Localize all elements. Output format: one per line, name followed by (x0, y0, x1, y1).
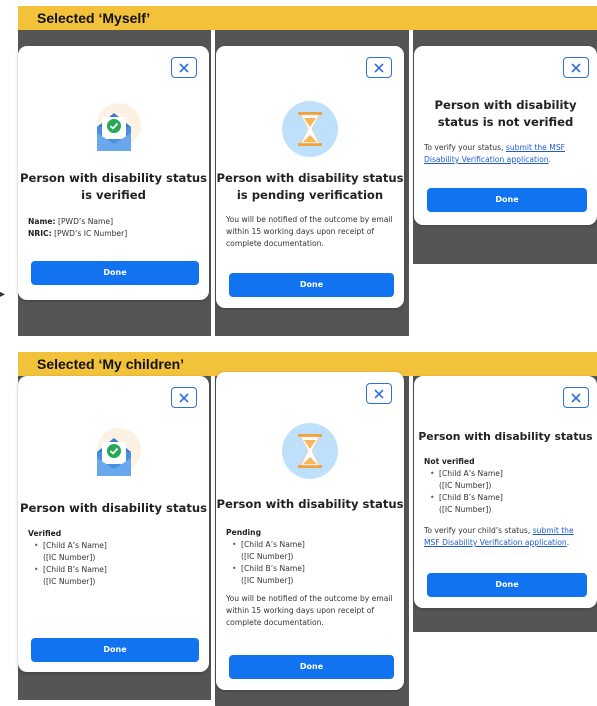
close-icon (374, 62, 384, 73)
modal-body: You will be notified of the outcome by e… (226, 594, 393, 627)
modal-title: Person with disability status is not ver… (434, 98, 577, 129)
arrow-right-icon: ▸ (0, 289, 6, 300)
done-button[interactable]: Done (31, 261, 199, 285)
done-button[interactable]: Done (427, 573, 587, 597)
list-item: [Child A’s Name]([IC Number]) (430, 468, 589, 492)
close-icon (374, 388, 384, 399)
close-button[interactable] (171, 387, 197, 408)
done-button[interactable]: Done (427, 188, 587, 212)
close-icon (179, 392, 189, 403)
modal-body-prefix: To verify your child’s status, (424, 526, 533, 535)
list-item: [Child A’s Name]([IC Number]) (34, 540, 201, 564)
modal-verified-children: Person with disability status Verified [… (18, 376, 209, 672)
modal-body-suffix: . (566, 538, 570, 547)
done-button[interactable]: Done (31, 638, 199, 662)
done-button[interactable]: Done (229, 273, 394, 297)
modal-body-suffix: . (548, 155, 551, 164)
envelope-check-icon (96, 428, 141, 476)
modal-title: Person with disability status is pending… (216, 171, 404, 202)
modal-title: Person with disability status is verifie… (19, 171, 208, 202)
nric-label: NRIC: (28, 229, 52, 238)
modal-body-prefix: To verify your status, (424, 143, 506, 152)
modal-body: You will be notified of the outcome by e… (226, 215, 393, 248)
hourglass-icon (282, 101, 338, 157)
modal-pending-children: Person with disability status Pending [C… (216, 372, 404, 690)
close-button[interactable] (366, 383, 392, 404)
envelope-check-icon (96, 103, 141, 151)
modal-verified-myself: Person with disability status is verifie… (18, 46, 209, 300)
close-button[interactable] (563, 57, 589, 78)
name-value: [PWD’s Name] (58, 217, 114, 226)
list-item: [Child A’s Name]([IC Number]) (232, 539, 396, 563)
close-icon (571, 62, 581, 73)
name-label: Name: (28, 217, 56, 226)
list-item: [Child B’s Name]([IC Number]) (430, 492, 589, 516)
modal-title: Person with disability status (19, 501, 208, 515)
status-label: Pending (226, 528, 262, 537)
status-label: Verified (28, 529, 62, 538)
status-label: Not verified (424, 457, 475, 466)
close-button[interactable] (366, 57, 392, 78)
close-button[interactable] (563, 387, 589, 408)
close-button[interactable] (171, 57, 197, 78)
section-banner-myself: Selected ‘Myself’ (18, 6, 597, 30)
modal-pending-myself: Person with disability status is pending… (216, 46, 404, 308)
modal-title: Person with disability status (216, 497, 404, 511)
hourglass-icon (282, 423, 338, 479)
modal-not-verified-children: Person with disability status Not verifi… (414, 376, 597, 608)
list-item: [Child B’s Name]([IC Number]) (34, 564, 201, 588)
nric-value: [PWD’s IC Number] (54, 229, 128, 238)
close-icon (179, 62, 189, 73)
list-item: [Child B’s Name]([IC Number]) (232, 563, 396, 587)
modal-not-verified-myself: Person with disability status is not ver… (414, 46, 597, 225)
modal-title: Person with disability status (418, 430, 593, 443)
close-icon (571, 392, 581, 403)
done-button[interactable]: Done (229, 655, 394, 679)
